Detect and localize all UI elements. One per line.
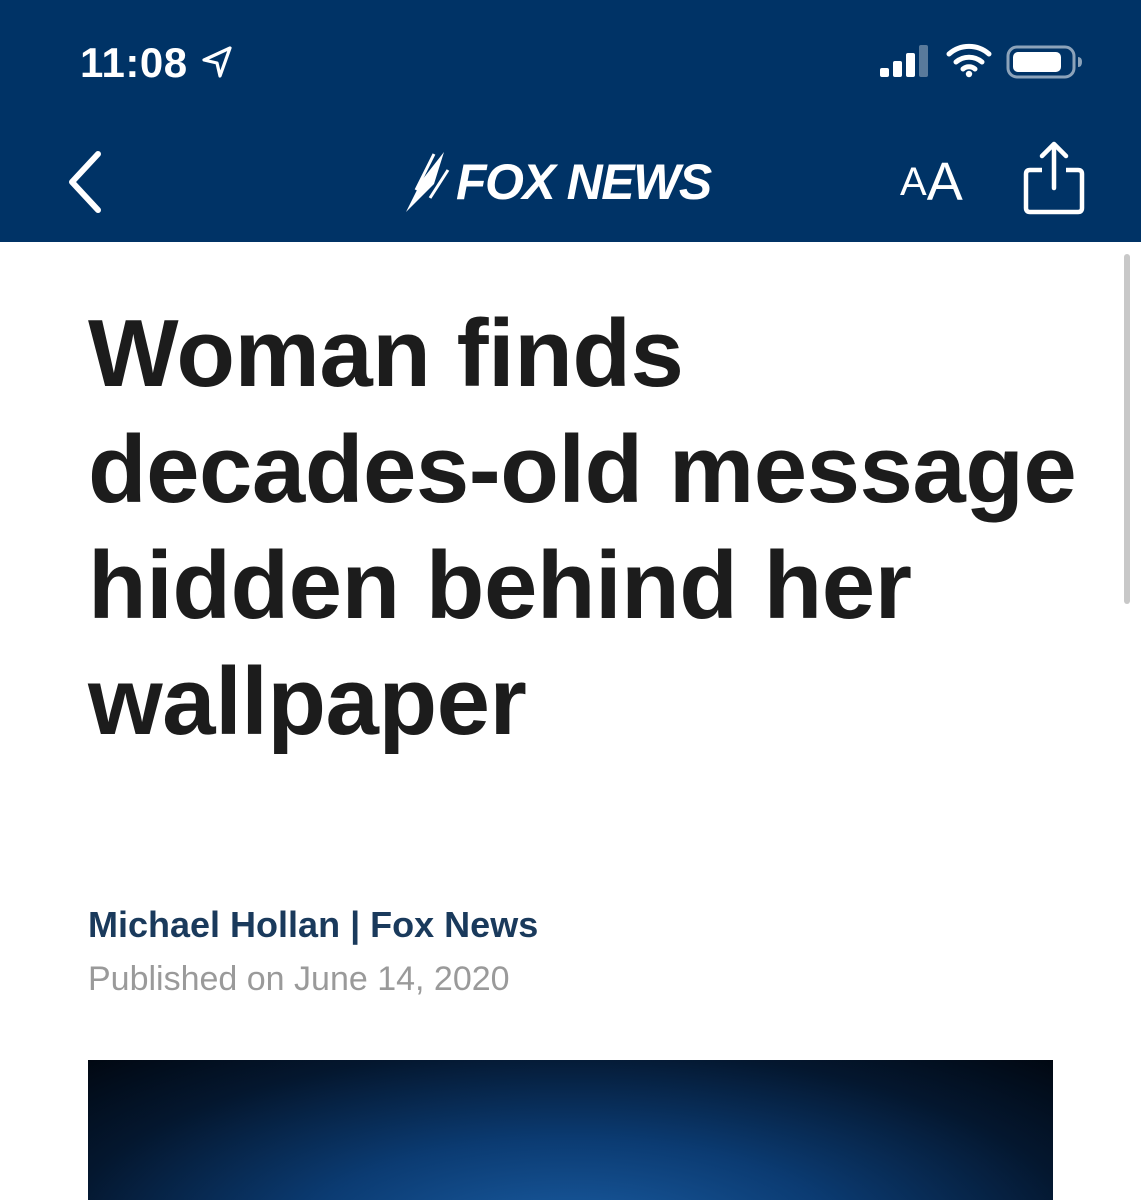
app-screen: 11:08 FOX NEWS AA Woman finds decades-ol… bbox=[0, 0, 1141, 1200]
battery-icon bbox=[1006, 45, 1082, 79]
fox-news-spotlight-icon bbox=[406, 152, 450, 212]
text-size-large-letter: A bbox=[926, 152, 963, 212]
share-icon[interactable] bbox=[1022, 140, 1086, 216]
wifi-icon bbox=[946, 43, 992, 78]
back-chevron-icon[interactable] bbox=[60, 148, 112, 216]
fox-news-logo: FOX NEWS bbox=[404, 150, 744, 214]
cellular-signal-icon bbox=[880, 45, 928, 77]
article-headline: Woman finds decades-old message hidden b… bbox=[88, 300, 1077, 755]
article-hero-image[interactable] bbox=[88, 1060, 1053, 1200]
top-bar: 11:08 FOX NEWS AA bbox=[0, 0, 1141, 242]
byline-separator: | bbox=[350, 904, 361, 945]
author-link[interactable]: Michael Hollan bbox=[88, 904, 340, 945]
logo-text: FOX NEWS bbox=[456, 154, 712, 210]
published-date: Published on June 14, 2020 bbox=[88, 960, 510, 998]
location-arrow-icon bbox=[202, 46, 232, 78]
outlet-link[interactable]: Fox News bbox=[370, 904, 538, 945]
text-size-button[interactable]: AA bbox=[900, 152, 963, 212]
text-size-small-letter: A bbox=[900, 160, 927, 204]
status-time: 11:08 bbox=[80, 39, 188, 86]
scrollbar[interactable] bbox=[1124, 254, 1130, 604]
article-byline: Michael Hollan | Fox News bbox=[88, 902, 538, 948]
